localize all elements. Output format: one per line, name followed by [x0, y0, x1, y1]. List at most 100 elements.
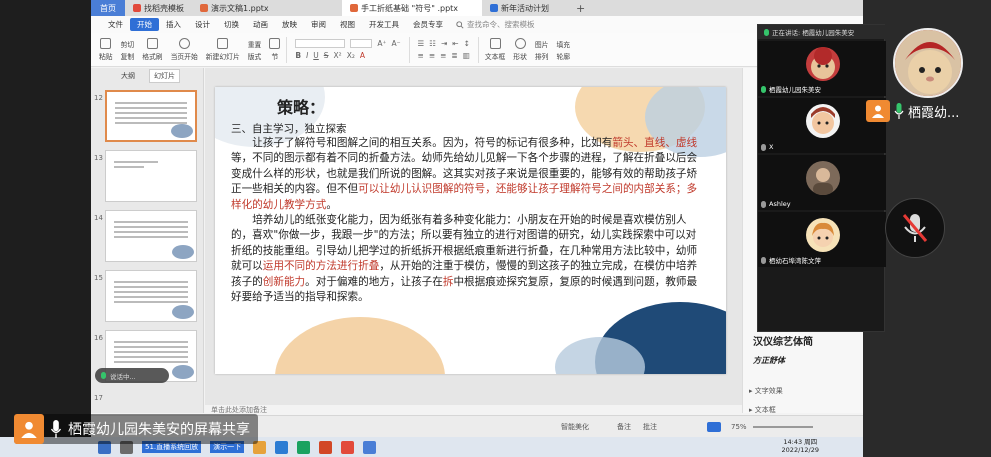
format-painter-button[interactable]: 格式刷 [138, 34, 166, 66]
slide-body-text: 让孩子了解符号和图解之间的相互关系。因为，符号的标记有很多种，比如有箭头、直线、… [231, 136, 705, 305]
layout-button[interactable]: 重置 版式 [244, 34, 266, 66]
wps-presentation-window: 首页 找稻壳模板 演示文稿1.pptx 手工折纸基础 "符号" .pptx 新年… [91, 0, 863, 437]
text-effect-section[interactable]: ▸ 文字效果 [749, 386, 783, 396]
new-slide-label: 新建幻灯片 [205, 53, 240, 61]
meeting-screen: 首页 找稻壳模板 演示文稿1.pptx 手工折纸基础 "符号" .pptx 新年… [0, 0, 991, 457]
fill-button[interactable]: 填充 轮廓 [552, 34, 574, 66]
align-left-icon[interactable]: ≡ [418, 51, 424, 60]
font-family-select[interactable] [295, 39, 346, 48]
paragraph-1: 让孩子了解符号和图解之间的相互关系。因为，符号的标记有很多种，比如有箭头、直线、… [231, 136, 705, 213]
numbering-icon[interactable]: ☷ [429, 39, 436, 48]
new-tab-button[interactable]: + [576, 2, 585, 15]
menu-review[interactable]: 审阅 [304, 18, 333, 31]
play-from-current-button[interactable]: 当页开始 [167, 34, 202, 66]
superscript-icon[interactable]: X² [334, 51, 342, 60]
shape-button[interactable]: 形状 [509, 34, 531, 66]
thumb-number: 12 [94, 94, 103, 102]
tab-presentation-1[interactable]: 演示文稿1.pptx [192, 0, 342, 16]
align-center-icon[interactable]: ≡ [429, 51, 435, 60]
self-avatar[interactable] [893, 28, 963, 98]
font-color-icon[interactable]: A [360, 51, 365, 60]
menu-slideshow[interactable]: 放映 [275, 18, 304, 31]
highlight-text: 运用不同的方法进行折叠 [262, 260, 380, 273]
docer-icon [133, 4, 141, 12]
menu-view[interactable]: 视图 [333, 18, 362, 31]
menu-start[interactable]: 开始 [130, 18, 159, 31]
outdent-icon[interactable]: ⇤ [452, 39, 458, 48]
arrange-button[interactable]: 图片 排列 [531, 34, 553, 66]
align-right-icon[interactable]: ≡ [440, 51, 446, 60]
ribbon-toolbar: 粘贴 剪切 复制 格式刷 当页开始 新建幻灯片 重置 版式 节 A⁺ A⁻ BIU… [91, 33, 863, 67]
browser-icon[interactable] [297, 440, 311, 454]
speaking-pill[interactable]: 说话中... [95, 368, 169, 383]
new-slide-button[interactable]: 新建幻灯片 [202, 34, 244, 66]
ppt-icon [200, 4, 208, 12]
mail-icon[interactable] [275, 440, 289, 454]
section-button[interactable]: 节 [265, 34, 284, 66]
slide-thumbnail[interactable] [105, 210, 197, 262]
slide-thumbnail[interactable] [105, 270, 197, 322]
menu-animation[interactable]: 动画 [246, 18, 275, 31]
tab-origami[interactable]: 手工折纸基础 "符号" .pptx [342, 0, 482, 16]
underline-icon[interactable]: U [313, 51, 319, 60]
thumb-decoration [171, 124, 193, 138]
document-tabs: 首页 找稻壳模板 演示文稿1.pptx 手工折纸基础 "符号" .pptx 新年… [91, 0, 863, 16]
font-size-select[interactable] [350, 39, 373, 48]
slide-thumbnail-selected[interactable] [105, 90, 197, 142]
zoom-slider[interactable] [752, 425, 813, 428]
menu-transition[interactable]: 切换 [217, 18, 246, 31]
comments-button[interactable]: 批注 [643, 422, 657, 432]
thumb-number: 14 [94, 214, 103, 222]
smart-beautify-button[interactable]: 智能美化 [561, 422, 589, 432]
tab-home[interactable]: 首页 [91, 0, 125, 16]
wps-icon[interactable] [319, 440, 333, 454]
system-clock[interactable]: 14:43 周四 2022/12/29 [782, 438, 819, 454]
slide-canvas[interactable]: 策略： 三、自主学习，独立探索 让孩子了解符号和图解之间的相互关系。因为，符号的… [215, 87, 726, 374]
play-icon [178, 38, 190, 49]
notes-placeholder[interactable]: 单击此处添加备注 [205, 405, 742, 415]
indent-icon[interactable]: ⇥ [441, 39, 447, 48]
subscript-icon[interactable]: X₂ [347, 51, 355, 60]
participant-tile[interactable]: 栖幼石埠湾陈文萍 [758, 212, 886, 267]
text-box-section[interactable]: ▸ 文本框 [749, 405, 776, 415]
font-shrink-icon[interactable]: A⁻ [391, 39, 400, 48]
menu-insert[interactable]: 插入 [159, 18, 188, 31]
line-spacing-icon[interactable]: ↕ [464, 39, 470, 48]
columns-icon[interactable]: ▥ [463, 51, 470, 60]
tab-newyear[interactable]: 新年活动计划 [482, 0, 562, 16]
bold-icon[interactable]: B [295, 51, 301, 60]
bullets-icon[interactable]: ☰ [418, 39, 425, 48]
user-icon [14, 414, 44, 444]
play-slideshow-icon[interactable] [707, 421, 721, 432]
cut-button[interactable]: 剪切 复制 [117, 34, 139, 66]
font-grow-icon[interactable]: A⁺ [377, 39, 386, 48]
tab-templates[interactable]: 找稻壳模板 [125, 0, 192, 16]
participant-tile[interactable]: Ashley [758, 155, 886, 210]
font-sample[interactable]: 汉仪综艺体简 [753, 333, 813, 348]
speaking-text: 正在讲话: 栖霞幼儿园朱美安 [772, 29, 855, 37]
unmute-button[interactable] [885, 198, 945, 258]
menu-file[interactable]: 文件 [101, 18, 130, 31]
menu-design[interactable]: 设计 [188, 18, 217, 31]
tab-outline[interactable]: 大纲 [121, 71, 135, 81]
italic-icon[interactable]: I [306, 51, 308, 60]
zoom-level[interactable]: 75% [731, 423, 747, 431]
textbox-button[interactable]: 文本框 [481, 34, 509, 66]
ppt-icon[interactable] [341, 440, 355, 454]
tab-slides[interactable]: 幻灯片 [149, 69, 180, 83]
menu-dev-tools[interactable]: 开发工具 [362, 18, 406, 31]
justify-icon[interactable]: ≣ [451, 51, 457, 60]
font-sample[interactable]: 方正舒体 [753, 355, 785, 366]
thumb-decoration [172, 305, 194, 319]
paste-button[interactable]: 粘贴 [95, 34, 117, 66]
notes-button[interactable]: 备注 [617, 422, 631, 432]
slide-thumbnail[interactable] [105, 150, 197, 202]
participant-name-row: Ashley [761, 200, 791, 208]
menu-member[interactable]: 会员专享 [406, 18, 450, 31]
command-search[interactable]: 查找命令、搜索模板 [456, 19, 535, 30]
reset-label: 重置 [247, 40, 262, 49]
mic-off-icon [761, 143, 766, 151]
participant-tile[interactable]: 栖霞幼儿园朱美安 [758, 41, 886, 96]
tencent-meeting-icon[interactable] [363, 440, 377, 454]
strike-icon[interactable]: S [324, 51, 329, 60]
